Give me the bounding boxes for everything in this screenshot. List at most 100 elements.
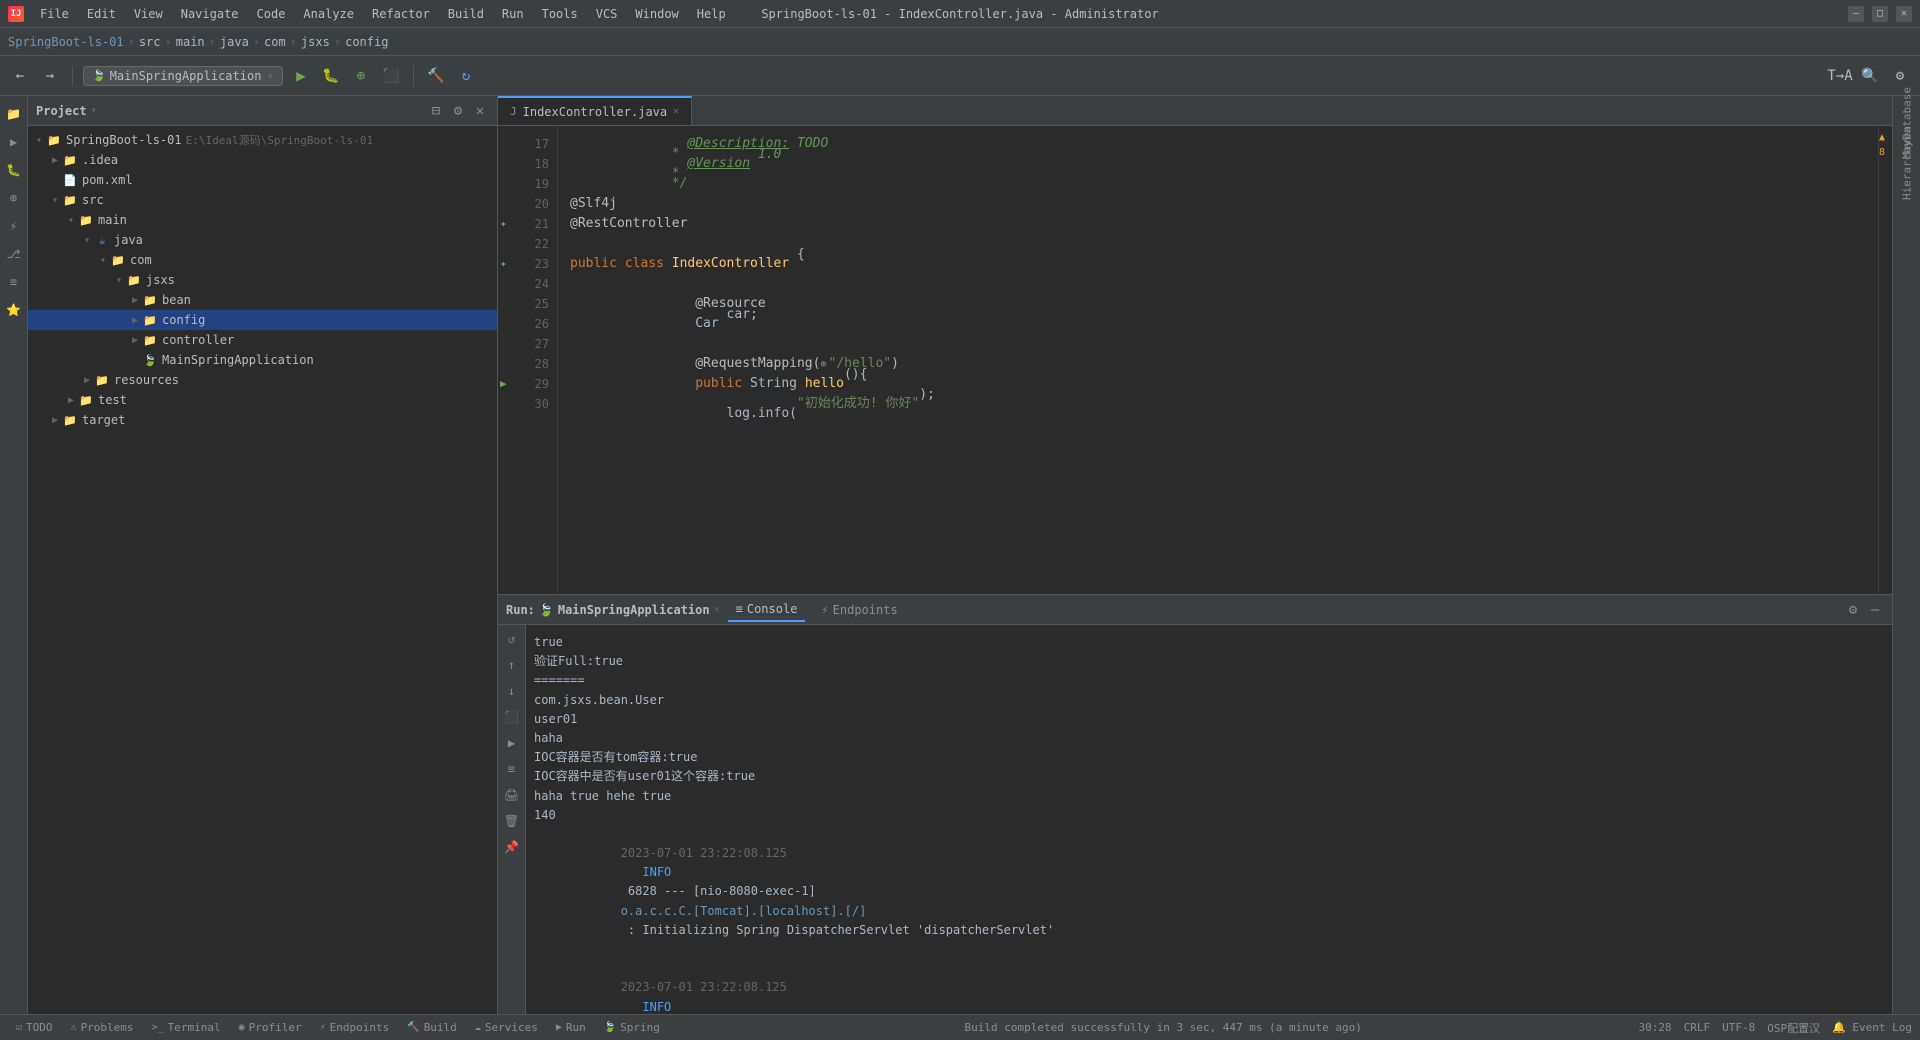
sidebar-structure-icon[interactable]: ≡ (4, 272, 24, 292)
breadcrumb-com[interactable]: com (264, 35, 286, 49)
toolbar-forward[interactable]: → (38, 64, 62, 88)
pin-button[interactable]: 📌 (502, 837, 522, 857)
line-26: 26 (498, 314, 557, 334)
tree-item-resources[interactable]: ▶ 📁 resources (28, 370, 497, 390)
breadcrumb-main[interactable]: main (176, 35, 205, 49)
editor-tab-indexcontroller[interactable]: J IndexController.java ✕ (498, 96, 692, 125)
sidebar-coverage-icon[interactable]: ⊕ (4, 188, 24, 208)
scroll-down-button[interactable]: ↓ (502, 681, 522, 701)
tree-item-com[interactable]: ▾ 📁 com (28, 250, 497, 270)
tree-item-main-spring[interactable]: ▶ 🍃 MainSpringApplication (28, 350, 497, 370)
menu-view[interactable]: View (126, 5, 171, 23)
maximize-button[interactable]: □ (1872, 6, 1888, 22)
build-button[interactable]: 🔨 (424, 64, 448, 88)
menu-edit[interactable]: Edit (79, 5, 124, 23)
tab-services[interactable]: ☁ Services (467, 1019, 546, 1036)
code-line-24 (570, 274, 1866, 294)
search-everywhere[interactable]: 🔍 (1858, 64, 1882, 88)
breadcrumb-src[interactable]: src (139, 35, 161, 49)
breadcrumb-project[interactable]: SpringBoot-ls-01 (8, 35, 124, 49)
menu-help[interactable]: Help (689, 5, 734, 23)
sidebar-hierarchy-icon[interactable]: Hierarchy (1897, 160, 1917, 180)
sidebar-run-icon[interactable]: ▶ (4, 132, 24, 152)
print-button[interactable]: 🖨 (502, 785, 522, 805)
stop-run-button[interactable]: ⬛ (502, 707, 522, 727)
line-ending: CRLF (1684, 1021, 1711, 1034)
run-with-coverage[interactable]: ⊕ (349, 64, 373, 88)
tab-run[interactable]: ▶ Run (548, 1019, 594, 1036)
settings-button[interactable]: ⚙ (1888, 64, 1912, 88)
tab-spring[interactable]: 🍃 Spring (596, 1019, 668, 1036)
menu-build[interactable]: Build (440, 5, 492, 23)
tree-item-root[interactable]: ▾ 📁 SpringBoot-ls-01 E:\Ideal源码\SpringBo… (28, 130, 497, 150)
code-area[interactable]: 17 18 19 20 ✦ 21 22 ✦ 23 24 25 26 (498, 126, 1892, 594)
sidebar-endpoints-icon[interactable]: ⚡ (4, 216, 24, 236)
close-button[interactable]: ✕ (1896, 6, 1912, 22)
run-config-icon[interactable]: ▶ (502, 733, 522, 753)
tree-item-main[interactable]: ▾ 📁 main (28, 210, 497, 230)
menu-vcs[interactable]: VCS (588, 5, 626, 23)
menu-code[interactable]: Code (249, 5, 294, 23)
debug-button[interactable]: 🐛 (319, 64, 343, 88)
menu-navigate[interactable]: Navigate (173, 5, 247, 23)
menu-window[interactable]: Window (627, 5, 686, 23)
scroll-up-button[interactable]: ↑ (502, 655, 522, 675)
sidebar-database-icon[interactable]: Database (1897, 104, 1917, 124)
tab-todo[interactable]: ☑ TODO (8, 1019, 61, 1036)
tree-item-pom[interactable]: ▶ 📄 pom.xml (28, 170, 497, 190)
breadcrumb-jsxs[interactable]: jsxs (301, 35, 330, 49)
translate-button[interactable]: T→A (1828, 64, 1852, 88)
run-button[interactable]: ▶ (289, 64, 313, 88)
tab-terminal[interactable]: >_ Terminal (144, 1019, 229, 1036)
settings-icon[interactable]: ⚙ (1844, 601, 1862, 619)
rerun-button[interactable]: ↺ (502, 629, 522, 649)
run-tab-console[interactable]: ≡ Console (728, 598, 806, 622)
sidebar-favorites-icon[interactable]: ⭐ (4, 300, 24, 320)
menu-file[interactable]: File (32, 5, 77, 23)
scroll-to-end-button[interactable]: ≡ (502, 759, 522, 779)
run-config-dropdown[interactable]: 🍃 MainSpringApplication ▾ (83, 66, 283, 86)
tree-item-idea[interactable]: ▶ 📁 .idea (28, 150, 497, 170)
stop-button[interactable]: ⬛ (379, 64, 403, 88)
sync-button[interactable]: ↻ (454, 64, 478, 88)
cursor-position: 30:28 (1638, 1021, 1671, 1034)
tab-profiler[interactable]: ◉ Profiler (231, 1019, 310, 1036)
tab-problems[interactable]: ⚠ Problems (63, 1019, 142, 1036)
sidebar-git-icon[interactable]: ⎇ (4, 244, 24, 264)
tab-endpoints[interactable]: ⚡ Endpoints (312, 1019, 398, 1036)
tree-item-jsxs[interactable]: ▾ 📁 jsxs (28, 270, 497, 290)
tree-item-java[interactable]: ▾ ☕ java (28, 230, 497, 250)
event-log[interactable]: 🔔 Event Log (1832, 1021, 1912, 1034)
run-tab-endpoints[interactable]: ⚡ Endpoints (813, 599, 905, 621)
show-options-button[interactable]: ⚙ (449, 102, 467, 120)
sidebar-debug-icon[interactable]: 🐛 (4, 160, 24, 180)
menu-analyze[interactable]: Analyze (295, 5, 362, 23)
tree-item-config[interactable]: ▶ 📁 config (28, 310, 497, 330)
console-output[interactable]: true 验证Full:true ======= com.jsxs.bean.U… (526, 625, 1892, 1014)
menu-refactor[interactable]: Refactor (364, 5, 438, 23)
title-bar-left: IJ File Edit View Navigate Code Analyze … (8, 5, 734, 23)
menu-tools[interactable]: Tools (534, 5, 586, 23)
collapse-run-panel-button[interactable]: — (1866, 601, 1884, 619)
minimize-button[interactable]: — (1848, 6, 1864, 22)
tree-item-controller[interactable]: ▶ 📁 controller (28, 330, 497, 350)
tree-item-target[interactable]: ▶ 📁 target (28, 410, 497, 430)
close-panel-button[interactable]: ✕ (471, 102, 489, 120)
tree-item-test[interactable]: ▶ 📁 test (28, 390, 497, 410)
tree-item-src[interactable]: ▾ 📁 src (28, 190, 497, 210)
clear-console-button[interactable]: 🗑 (502, 811, 522, 831)
right-sidebar: Database Maven Hierarchy (1892, 96, 1920, 1014)
tab-build[interactable]: 🔨 Build (399, 1019, 465, 1036)
line-20: 20 (498, 194, 557, 214)
menu-run[interactable]: Run (494, 5, 532, 23)
breadcrumb-java[interactable]: java (220, 35, 249, 49)
code-content[interactable]: * @Description: TODO * @Version 1.0 */ @… (558, 126, 1878, 594)
tab-close-icon[interactable]: ✕ (673, 106, 679, 117)
line-27: 27 (498, 334, 557, 354)
breadcrumb-config[interactable]: config (345, 35, 388, 49)
tree-item-bean[interactable]: ▶ 📁 bean (28, 290, 497, 310)
run-tab-close[interactable]: ✕ (714, 604, 720, 615)
sidebar-project-icon[interactable]: 📁 (4, 104, 24, 124)
collapse-all-button[interactable]: ⊟ (427, 102, 445, 120)
toolbar-back[interactable]: ← (8, 64, 32, 88)
